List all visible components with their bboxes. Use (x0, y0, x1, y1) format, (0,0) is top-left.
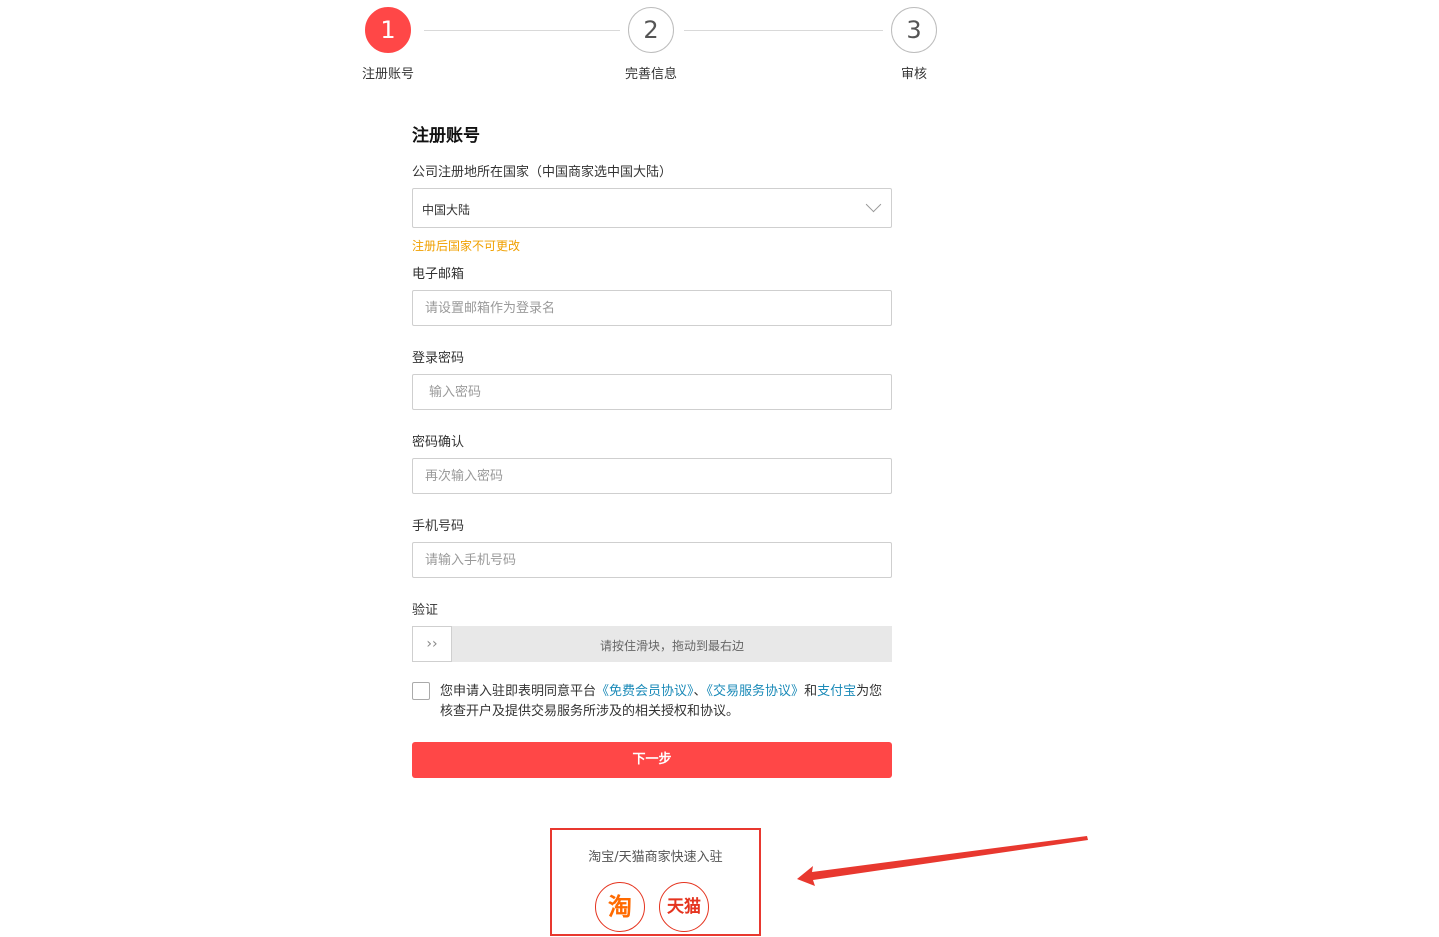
annotation-arrow-icon (797, 836, 1088, 886)
